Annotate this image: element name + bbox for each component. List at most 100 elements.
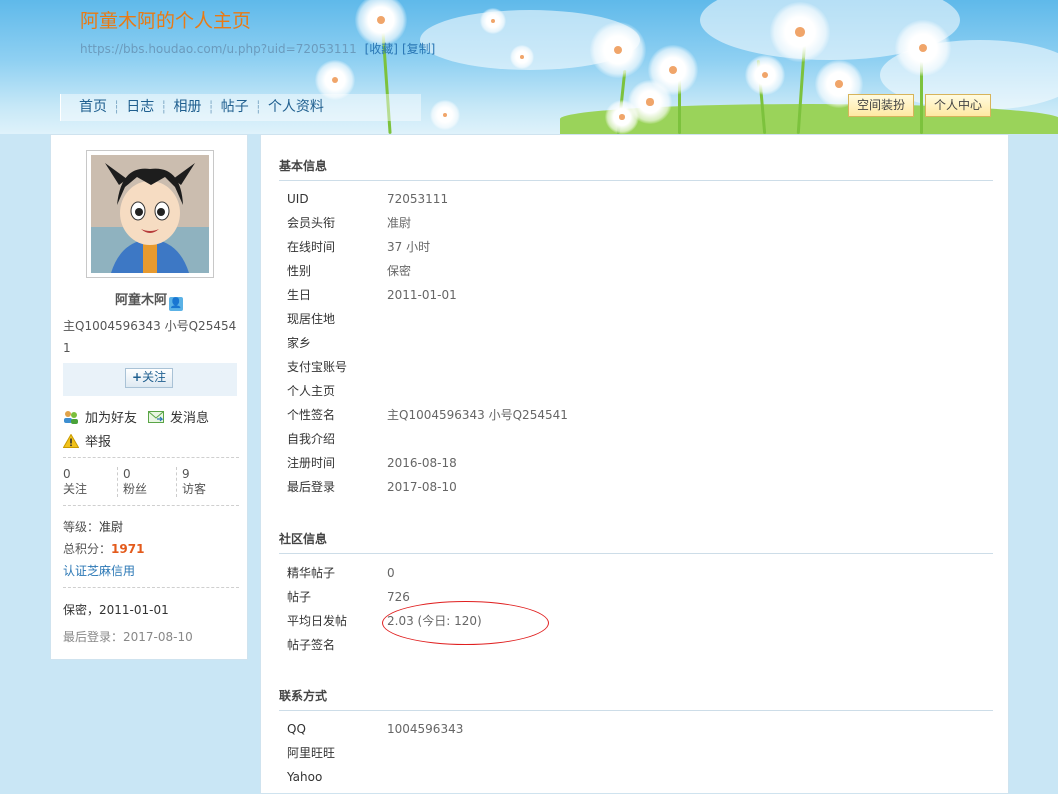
row-value: 保密 [387, 264, 412, 278]
row-value: 72053111 [387, 192, 449, 206]
dandelion-icon [895, 20, 951, 76]
stat-value: 9 [182, 467, 190, 481]
info-row-title: 会员头衔 准尉 [287, 211, 987, 235]
avatar-image [91, 155, 209, 273]
row-value: 2017-08-10 [387, 480, 457, 494]
info-row-alipay: 支付宝账号 [287, 355, 987, 379]
report-label: 举报 [85, 435, 112, 450]
row-key: 家乡 [287, 336, 312, 350]
row-value: 2.03 (今日: 120) [387, 614, 482, 628]
row-key: 自我介绍 [287, 432, 336, 446]
plus-icon: + [132, 370, 143, 384]
nav-separator: ┆ [113, 100, 121, 114]
row-key: 生日 [287, 288, 312, 302]
stat-label: 粉丝 [123, 482, 148, 496]
nav-home[interactable]: 首页 [73, 94, 113, 121]
url-text: https://bbs.houdao.com/u.php?uid=7205311… [80, 42, 357, 56]
last-login: 最后登录：2017-08-10 [63, 630, 193, 644]
zhima-credit-link[interactable]: 认证芝麻信用 [63, 562, 135, 579]
row-key: 平均日发帖 [287, 614, 348, 628]
level-info: 等级：准尉 [63, 518, 123, 535]
follow-button-label: 关注 [142, 370, 167, 384]
nav-separator: ┆ [254, 100, 262, 114]
nav-separator: ┆ [160, 100, 168, 114]
section-title-contact: 联系方式 [279, 687, 993, 711]
row-value: 2011-01-01 [387, 288, 457, 302]
row-key: 精华帖子 [287, 566, 336, 580]
nav-posts[interactable]: 帖子 [215, 94, 255, 121]
page-header: 阿童木阿的个人主页 https://bbs.houdao.com/u.php?u… [0, 0, 1058, 134]
info-row-daily-posts: 平均日发帖 2.03 (今日: 120) [287, 609, 987, 633]
nav-journal[interactable]: 日志 [120, 94, 160, 121]
info-row-residence: 现居住地 [287, 307, 987, 331]
favorite-link[interactable]: [收藏] [365, 42, 398, 56]
row-key: 在线时间 [287, 240, 336, 254]
profile-name: 阿童木阿 👤 [51, 289, 247, 311]
row-key: 现居住地 [287, 312, 336, 326]
info-row-register-date: 注册时间 2016-08-18 [287, 451, 987, 475]
level-label: 等级： [63, 520, 100, 534]
report-button[interactable]: 举报 [62, 431, 112, 450]
nav-separator: ┆ [207, 100, 215, 114]
row-value: 准尉 [387, 216, 412, 230]
page-url: https://bbs.houdao.com/u.php?uid=7205311… [80, 40, 435, 57]
stat-label: 访客 [182, 482, 207, 496]
personal-center-button[interactable]: 个人中心 [925, 94, 992, 117]
section-title-basic: 基本信息 [279, 157, 993, 181]
nav-profile[interactable]: 个人资料 [262, 94, 330, 121]
dandelion-icon [480, 8, 506, 34]
dandelion-icon [590, 22, 646, 78]
points-value: 1971 [111, 542, 145, 556]
avatar[interactable] [86, 150, 214, 278]
info-row-signature: 个性签名 主Q1004596343 小号Q254541 [287, 403, 987, 427]
stat-fans[interactable]: 0 粉丝 [117, 467, 179, 497]
main-nav: 首页 ┆ 日志 ┆ 相册 ┆ 帖子 ┆ 个人资料 [60, 94, 421, 121]
row-key: 帖子签名 [287, 638, 336, 652]
profile-panel: 阿童木阿 👤 主Q1004596343 小号Q254541 +关注 加为好友 发消… [50, 134, 248, 660]
stat-label: 关注 [63, 482, 88, 496]
astro-boy-avatar-icon [91, 155, 209, 273]
row-key: 支付宝账号 [287, 360, 348, 374]
row-value: 1004596343 [387, 722, 464, 736]
message-icon [148, 410, 164, 424]
divider [63, 457, 239, 458]
info-row-birthday: 生日 2011-01-01 [287, 283, 987, 307]
row-key: QQ [287, 722, 306, 736]
info-row-online-time: 在线时间 37 小时 [287, 235, 987, 259]
profile-signature: 主Q1004596343 小号Q254541 [63, 319, 237, 355]
page-title: 阿童木阿的个人主页 [80, 10, 252, 32]
row-value: 726 [387, 590, 410, 604]
info-row-uid: UID 72053111 [287, 187, 987, 211]
follow-button[interactable]: +关注 [125, 368, 174, 388]
decorate-space-button[interactable]: 空间装扮 [848, 94, 915, 117]
dandelion-icon [745, 55, 785, 95]
row-key: 最后登录 [287, 480, 336, 494]
send-message-button[interactable]: 发消息 [148, 407, 209, 426]
row-key: 帖子 [287, 590, 312, 604]
info-row-qq: QQ 1004596343 [287, 717, 987, 741]
dandelion-icon [605, 100, 639, 134]
divider [63, 505, 239, 506]
follow-box: +关注 [63, 363, 237, 396]
profile-name-text[interactable]: 阿童木阿 [115, 293, 167, 308]
send-message-label: 发消息 [170, 411, 210, 426]
member-badge-icon: 👤 [169, 297, 183, 311]
info-row-digest-posts: 精华帖子 0 [287, 561, 987, 585]
stat-visitors[interactable]: 9 访客 [176, 467, 238, 497]
nav-album[interactable]: 相册 [167, 94, 207, 121]
level-value: 准尉 [99, 520, 124, 534]
dandelion-icon [430, 100, 460, 130]
info-row-gender: 性别 保密 [287, 259, 987, 283]
info-row-aliwangwang: 阿里旺旺 [287, 741, 987, 765]
info-panel: 基本信息 UID 72053111 会员头衔 准尉 在线时间 37 小时 性别 保密 生… [260, 134, 1009, 794]
divider [63, 587, 239, 588]
points-info: 总积分：1971 [63, 540, 144, 557]
row-key: 阿里旺旺 [287, 746, 336, 760]
info-row-post-signature: 帖子签名 [287, 633, 987, 657]
copy-link[interactable]: [复制] [402, 42, 435, 56]
add-friend-icon [63, 410, 79, 424]
warning-icon [62, 433, 80, 448]
add-friend-button[interactable]: 加为好友 [63, 407, 137, 426]
stat-following[interactable]: 0 关注 [63, 467, 119, 497]
info-row-last-login: 最后登录 2017-08-10 [287, 475, 987, 499]
